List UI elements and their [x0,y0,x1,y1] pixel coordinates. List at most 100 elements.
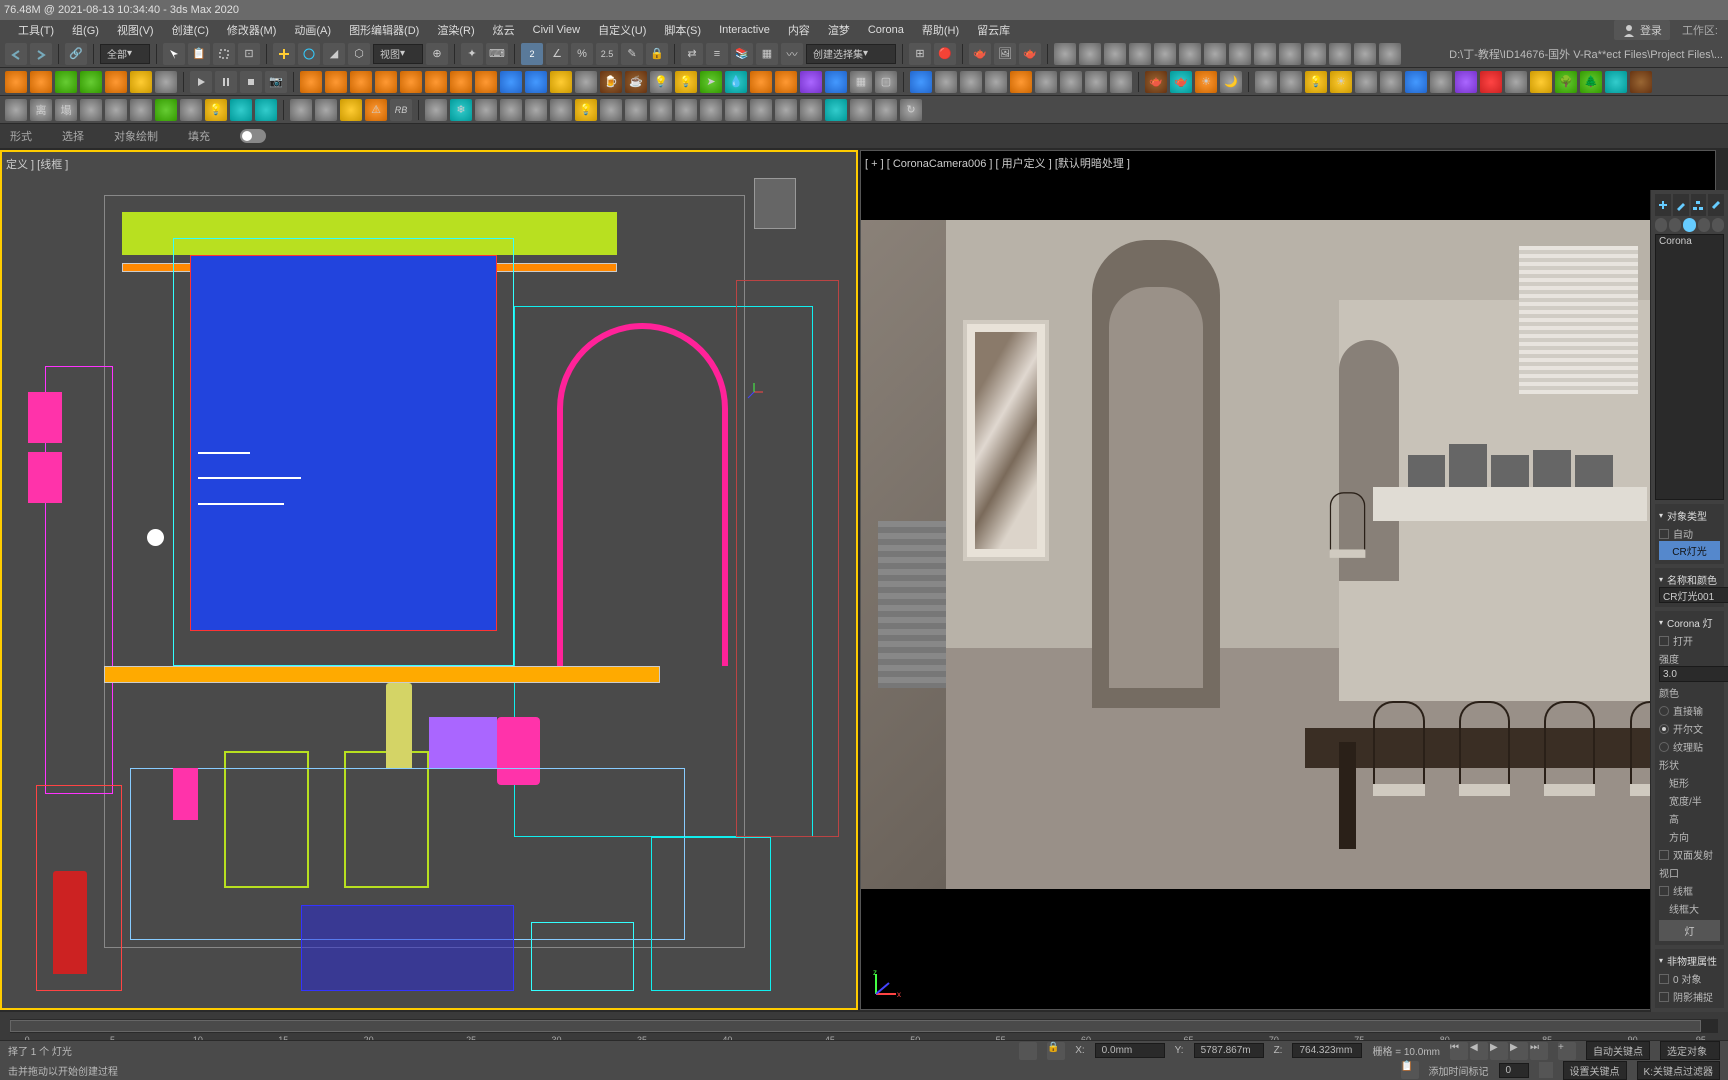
row3-icon-20[interactable] [625,99,647,121]
menu-modifiers[interactable]: 修改器(M) [219,22,285,38]
row3-icon-10[interactable] [255,99,277,121]
misc-tool-9-icon[interactable] [1254,43,1276,65]
bulb-on-icon[interactable]: 💡 [675,71,697,93]
row3-icon-8[interactable] [180,99,202,121]
fire-icon-2[interactable] [325,71,347,93]
menu-fx[interactable]: 炫云 [485,22,523,38]
menu-help[interactable]: 帮助(H) [914,22,967,38]
autokey-button[interactable]: 自动关键点 [1586,1041,1650,1060]
row3-icon-9[interactable] [230,99,252,121]
corona-icon-3[interactable] [960,71,982,93]
row3-icon-17[interactable] [525,99,547,121]
play-icon[interactable] [190,71,212,93]
mirror-icon[interactable]: ⇄ [681,43,703,65]
lock-icon[interactable]: 🔒 [646,43,668,65]
corona-icon-5[interactable] [1010,71,1032,93]
cup-icon[interactable]: ☕ [625,71,647,93]
toggle-ribbon-icon[interactable]: ▦ [756,43,778,65]
viewport-right-label[interactable]: [ + ] [ CoronaCamera006 ] [ 用户定义 ] [默认明暗… [865,155,1130,171]
schematic-view-icon[interactable]: ⊞ [909,43,931,65]
layer-explorer-icon[interactable]: 📚 [731,43,753,65]
link-icon[interactable]: 🔗 [65,43,87,65]
row3-icon-18[interactable] [550,99,572,121]
row3-icon-27[interactable] [800,99,822,121]
globe-icon[interactable] [575,71,597,93]
keyboard-shortcut-icon[interactable]: ⌨ [486,43,508,65]
misc-tool-13-icon[interactable] [1354,43,1376,65]
water-icon-2[interactable] [525,71,547,93]
ribbon-object-paint[interactable]: 对象绘制 [114,128,158,144]
align-icon[interactable]: ≡ [706,43,728,65]
row3-snow-icon[interactable]: ❄ [450,99,472,121]
menu-scripting[interactable]: 脚本(S) [656,22,709,38]
misc-tool-14-icon[interactable] [1379,43,1401,65]
prev-frame-icon[interactable]: ◀ [1470,1042,1488,1060]
light-tool-12-icon[interactable]: 🌲 [1580,71,1602,93]
curve-editor-icon[interactable]: 〰 [781,43,803,65]
row3-icon-7[interactable] [155,99,177,121]
y-coord[interactable]: 5787.867m [1194,1043,1264,1058]
sun-icon[interactable]: ☀ [1195,71,1217,93]
menu-civil[interactable]: Civil View [525,24,588,36]
row3-icon-28[interactable] [825,99,847,121]
row3-icon-5[interactable] [105,99,127,121]
use-pivot-icon[interactable]: ⊕ [426,43,448,65]
fire-icon-4[interactable] [375,71,397,93]
menu-group[interactable]: 组(G) [64,22,107,38]
lights-icon[interactable] [1683,218,1695,232]
autogrid-checkbox[interactable] [1659,529,1669,539]
render-setup-icon[interactable]: 🫖 [969,43,991,65]
spinner-snap-icon[interactable]: 2.5 [596,43,618,65]
misc-tool-12-icon[interactable] [1329,43,1351,65]
light-tool-1-icon[interactable] [1255,71,1277,93]
row3-icon-3[interactable]: 塌 [55,99,77,121]
frame-spinner[interactable] [1539,1062,1553,1078]
bounce-checkbox[interactable] [1659,974,1669,984]
plugin-icon-2[interactable] [30,71,52,93]
setkey-button[interactable]: 设置关键点 [1563,1061,1627,1080]
sphere-icon-4[interactable] [825,71,847,93]
menu-corona[interactable]: Corona [860,24,912,36]
row3-bulb-icon[interactable]: 💡 [205,99,227,121]
row3-icon-22[interactable] [675,99,697,121]
isolate-icon[interactable] [1019,1042,1037,1060]
moon-icon[interactable]: 🌙 [1220,71,1242,93]
row3-warn-icon[interactable]: ⚠ [365,99,387,121]
row3-icon-4[interactable] [80,99,102,121]
fire-icon-8[interactable] [475,71,497,93]
geometry-icon[interactable] [1655,218,1667,232]
fire-icon-3[interactable] [350,71,372,93]
plugin-icon-4[interactable] [80,71,102,93]
ref-coord-dropdown[interactable]: 视图 ▾ [373,44,423,64]
timeline[interactable]: 0 5 10 15 20 25 30 35 40 45 50 55 60 65 … [0,1012,1728,1040]
material-editor-icon[interactable]: 🔴 [934,43,956,65]
beer-icon[interactable]: 🍺 [600,71,622,93]
snap-percent-icon[interactable]: % [571,43,593,65]
row3-icon-15[interactable] [475,99,497,121]
light-bulb-icon[interactable]: 💡 [1305,71,1327,93]
script-listener-icon[interactable]: 📋 [1401,1061,1419,1079]
corona-icon-8[interactable] [1085,71,1107,93]
water-icon-1[interactable] [500,71,522,93]
plugin-icon-3[interactable] [55,71,77,93]
plugin-icon-6[interactable] [130,71,152,93]
light-tool-9-icon[interactable] [1505,71,1527,93]
corona-light-header[interactable]: Corona 灯 [1659,615,1720,630]
corona-icon-4[interactable] [985,71,1007,93]
teapot-icon-2[interactable]: 🫖 [1170,71,1192,93]
corona-icon-2[interactable] [935,71,957,93]
nonphysical-header[interactable]: 非物理属性 [1659,953,1720,968]
rendered-frame-icon[interactable]: 🖼 [994,43,1016,65]
direct-radio[interactable] [1659,706,1669,716]
select-manipulate-icon[interactable]: ✦ [461,43,483,65]
play-anim-icon[interactable]: ▶ [1490,1042,1508,1060]
row3-icon-19[interactable] [600,99,622,121]
modify-tab[interactable] [1673,194,1689,216]
misc-tool-4-icon[interactable] [1129,43,1151,65]
texmap-radio[interactable] [1659,742,1669,752]
shadow-catch-checkbox[interactable] [1659,992,1669,1002]
category-dropdown[interactable]: Corona [1655,234,1724,500]
drop-icon[interactable]: 💧 [725,71,747,93]
menu-create[interactable]: 创建(C) [164,22,217,38]
scale-icon[interactable]: ◢ [323,43,345,65]
